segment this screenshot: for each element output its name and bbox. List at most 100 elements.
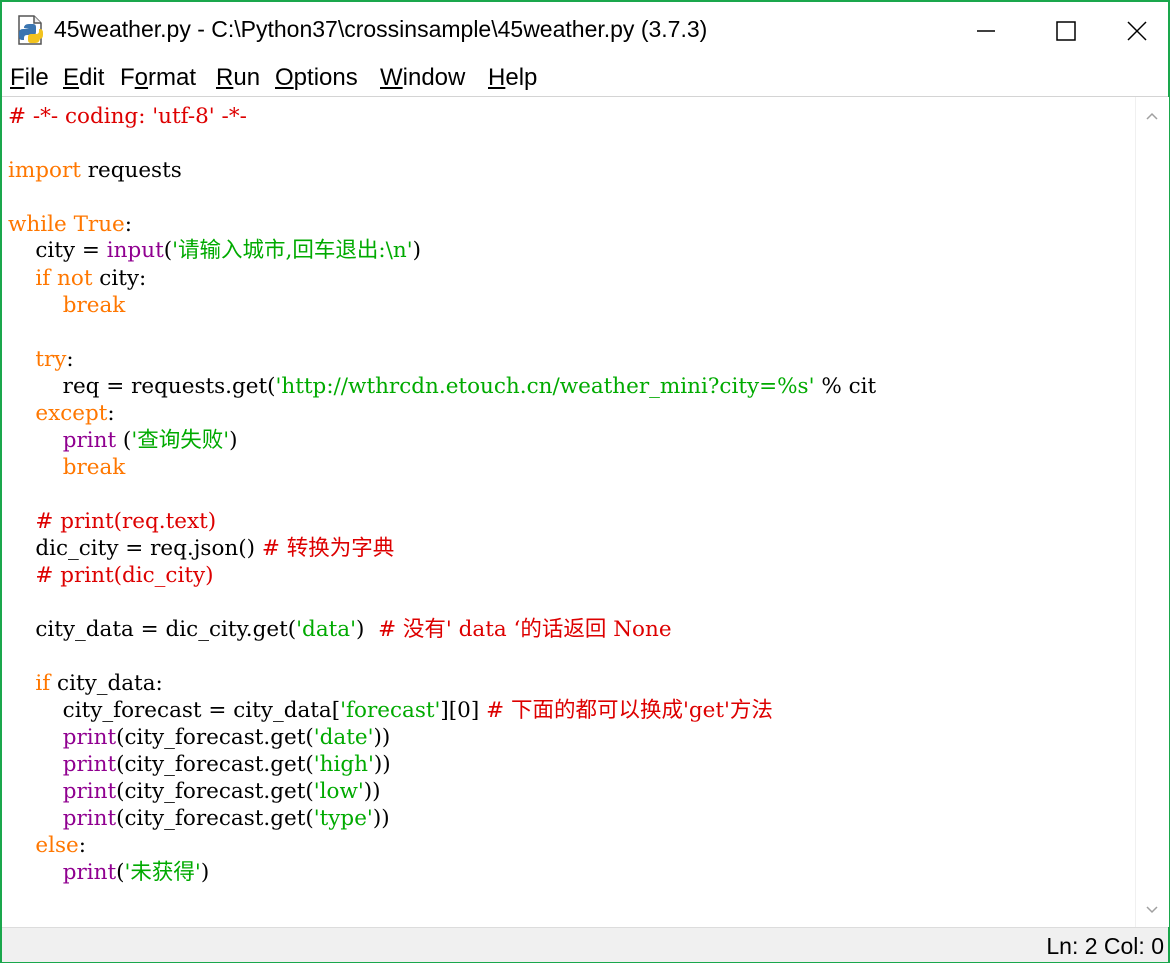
code-token: ) [200, 860, 210, 885]
menu-item-3[interactable]: Format [120, 64, 196, 92]
menu-label-part: ptions [293, 64, 358, 91]
code-line[interactable]: # print(dic_city) [8, 562, 214, 589]
code-token: ( [116, 428, 132, 453]
code-token: if [35, 671, 51, 696]
menu-item-7[interactable]: Help [488, 64, 537, 92]
menu-label-part: indow [402, 64, 466, 91]
menu-label-part: W [380, 64, 403, 91]
code-token: ) [356, 617, 379, 642]
vertical-scrollbar[interactable] [1135, 97, 1169, 927]
code-line[interactable]: while True: [8, 211, 132, 238]
code-token: while [8, 212, 67, 237]
code-token: : [124, 212, 133, 237]
menu-item-6[interactable]: Window [380, 64, 465, 92]
maximize-button[interactable] [1026, 2, 1106, 60]
code-token: (city_forecast.get( [116, 725, 314, 750]
code-token: (city_forecast.get( [116, 752, 314, 777]
code-line[interactable]: if not city: [8, 265, 146, 292]
code-line[interactable]: dic_city = req.json() # 转换为字典 [8, 535, 394, 562]
code-token: )) [372, 806, 390, 831]
menu-label-part: F [120, 64, 135, 91]
code-line[interactable]: city_data = dic_city.get('data') # 没有' d… [8, 616, 671, 643]
close-icon [1127, 21, 1147, 41]
code-token: except [35, 401, 108, 426]
code-line[interactable]: print(city_forecast.get('low')) [8, 778, 381, 805]
code-token: input [106, 238, 164, 263]
code-line[interactable]: import requests [8, 157, 182, 184]
menu-bar: File Edit Format Run Options Window Help [2, 60, 1168, 96]
code-token: ( [163, 238, 173, 263]
close-button[interactable] [1106, 2, 1168, 60]
code-token: % cit [814, 374, 877, 399]
code-token: requests [80, 158, 182, 183]
code-token: # -*- coding: 'utf-8' -*- [8, 104, 247, 129]
code-token: '请输入城市,回车退出:\n' [172, 238, 413, 263]
minimize-button[interactable] [946, 2, 1026, 60]
code-token: (city_forecast.get( [116, 779, 314, 804]
code-line[interactable]: print(city_forecast.get('date')) [8, 724, 391, 751]
menu-item-5[interactable]: Options [275, 64, 358, 92]
code-line[interactable]: break [8, 454, 126, 481]
scroll-down-arrow-icon[interactable] [1144, 901, 1160, 917]
idle-editor-window: 45weather.py - C:\Python37\crossinsample… [0, 0, 1170, 963]
code-line[interactable]: print(city_forecast.get('type')) [8, 805, 390, 832]
python-file-icon [18, 15, 43, 45]
code-line[interactable]: city_forecast = city_data['forecast'][0]… [8, 697, 773, 724]
code-token: req = requests.get( [8, 374, 276, 399]
code-line[interactable]: req = requests.get('http://wthrcdn.etouc… [8, 373, 876, 400]
code-line[interactable]: city = input('请输入城市,回车退出:\n') [8, 237, 421, 264]
menu-item-1[interactable]: File [10, 64, 49, 92]
status-bar: Ln: 2 Col: 0 [2, 927, 1168, 962]
code-token: : [107, 401, 115, 426]
scroll-up-arrow-icon[interactable] [1144, 109, 1160, 125]
code-line[interactable]: try: [8, 346, 73, 373]
menu-label-part: un [233, 64, 261, 91]
code-line[interactable]: # print(req.text) [8, 508, 216, 535]
menu-label-part: dit [79, 64, 105, 91]
menu-label-part: R [216, 64, 234, 91]
menu-label-part: rmat [148, 64, 197, 91]
code-token: '未获得' [124, 860, 201, 885]
code-token: print [62, 725, 117, 750]
code-line[interactable]: except: [8, 400, 115, 427]
code-token: else [35, 833, 79, 858]
code-token: not [57, 266, 93, 291]
code-token: dic_city = req.json() [8, 536, 262, 561]
code-line[interactable]: else: [8, 832, 86, 859]
code-token: # 下面的都可以换成'get'方法 [486, 698, 773, 723]
title-bar[interactable]: 45weather.py - C:\Python37\crossinsample… [2, 2, 1168, 60]
code-token: 'type' [313, 806, 373, 831]
window-title: 45weather.py - C:\Python37\crossinsample… [54, 16, 708, 42]
code-token: break [62, 455, 126, 480]
menu-item-2[interactable]: Edit [63, 64, 104, 92]
code-token: 'data' [296, 617, 357, 642]
code-editor[interactable]: # -*- coding: 'utf-8' -*- import requests… [2, 97, 1133, 927]
code-line[interactable]: if city_data: [8, 670, 162, 697]
code-token: : [78, 833, 86, 858]
code-line[interactable]: # -*- coding: 'utf-8' -*- [8, 103, 247, 130]
code-token: if [35, 266, 51, 291]
menu-label-part: F [10, 64, 25, 91]
code-token: 'low' [313, 779, 364, 804]
code-token: )) [373, 725, 391, 750]
code-token: True [73, 212, 125, 237]
code-line[interactable]: break [8, 292, 126, 319]
code-token: 'http://wthrcdn.etouch.cn/weather_mini?c… [275, 374, 815, 399]
code-token: import [8, 158, 81, 183]
code-line[interactable]: print(city_forecast.get('high')) [8, 751, 391, 778]
menu-item-4[interactable]: Run [216, 64, 260, 92]
code-line[interactable]: print ('查询失败') [8, 427, 238, 454]
code-token: # print(dic_city) [35, 563, 214, 588]
code-line[interactable]: print('未获得') [8, 859, 210, 886]
